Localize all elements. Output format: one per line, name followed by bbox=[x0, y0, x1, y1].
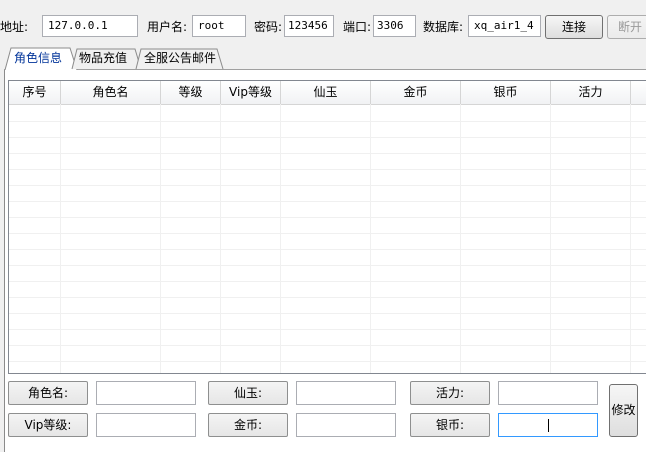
grid-row-line bbox=[9, 265, 646, 266]
password-label: 密码: bbox=[254, 20, 283, 34]
vitality-input[interactable] bbox=[498, 381, 598, 405]
text-cursor bbox=[548, 419, 549, 432]
gold-label: 金币: bbox=[208, 413, 288, 437]
column-header-level[interactable]: 等级 bbox=[161, 81, 221, 104]
column-header-role-name[interactable]: 角色名 bbox=[61, 81, 161, 104]
column-header-gold[interactable]: 金币 bbox=[371, 81, 461, 104]
role-name-input[interactable] bbox=[96, 381, 196, 405]
column-header-filler bbox=[631, 81, 646, 104]
role-table[interactable]: 序号 角色名 等级 Vip等级 仙玉 金币 银币 活力 bbox=[8, 80, 646, 374]
tab-server-announcement-mail[interactable]: 全服公告邮件 bbox=[142, 48, 218, 70]
host-label: 地址: bbox=[0, 20, 29, 34]
grid-row-line bbox=[9, 137, 646, 138]
column-header-vip-level[interactable]: Vip等级 bbox=[221, 81, 281, 104]
column-header-index[interactable]: 序号 bbox=[9, 81, 61, 104]
gold-input[interactable] bbox=[296, 413, 396, 437]
password-input[interactable]: 123456 bbox=[284, 15, 334, 37]
modify-button[interactable]: 修改 bbox=[609, 384, 638, 437]
grid-column-line bbox=[160, 104, 161, 373]
xianyu-label: 仙玉: bbox=[208, 381, 288, 405]
grid-row-line bbox=[9, 217, 646, 218]
port-input[interactable]: 3306 bbox=[373, 15, 416, 37]
grid-column-line bbox=[60, 104, 61, 373]
xianyu-input[interactable] bbox=[296, 381, 396, 405]
grid-row-line bbox=[9, 313, 646, 314]
grid-row-line bbox=[9, 233, 646, 234]
grid-column-line bbox=[630, 104, 631, 373]
grid-row-line bbox=[9, 153, 646, 154]
grid-column-line bbox=[370, 104, 371, 373]
port-label: 端口: bbox=[343, 20, 372, 34]
grid-row-line bbox=[9, 345, 646, 346]
table-header: 序号 角色名 等级 Vip等级 仙玉 金币 银币 活力 bbox=[9, 81, 646, 105]
grid-row-line bbox=[9, 297, 646, 298]
grid-row-line bbox=[9, 185, 646, 186]
grid-row-line bbox=[9, 281, 646, 282]
grid-row-line bbox=[9, 201, 646, 202]
tab-item-recharge[interactable]: 物品充值 bbox=[76, 48, 130, 70]
username-label: 用户名: bbox=[147, 20, 188, 34]
database-label: 数据库: bbox=[423, 20, 464, 34]
grid-row-line bbox=[9, 121, 646, 122]
grid-row-line bbox=[9, 169, 646, 170]
silver-input[interactable] bbox=[498, 413, 598, 437]
host-input[interactable]: 127.0.0.1 bbox=[42, 15, 138, 37]
connect-button[interactable]: 连接 bbox=[545, 15, 603, 39]
column-header-vitality[interactable]: 活力 bbox=[551, 81, 631, 104]
grid-column-line bbox=[550, 104, 551, 373]
tab-role-info[interactable]: 角色信息 bbox=[10, 48, 66, 70]
grid-column-line bbox=[280, 104, 281, 373]
grid-column-line bbox=[220, 104, 221, 373]
disconnect-button[interactable]: 断开 bbox=[607, 15, 646, 39]
column-header-silver[interactable]: 银币 bbox=[461, 81, 551, 104]
role-name-label: 角色名: bbox=[8, 381, 88, 405]
column-header-xianyu[interactable]: 仙玉 bbox=[281, 81, 371, 104]
vip-level-input[interactable] bbox=[96, 413, 196, 437]
vip-level-label: Vip等级: bbox=[8, 413, 88, 437]
username-input[interactable]: root bbox=[192, 15, 246, 37]
grid-row-line bbox=[9, 361, 646, 362]
grid-column-line bbox=[460, 104, 461, 373]
vitality-label: 活力: bbox=[410, 381, 490, 405]
silver-label: 银币: bbox=[410, 413, 490, 437]
database-input[interactable]: xq_air1_4 bbox=[468, 15, 541, 37]
grid-row-line bbox=[9, 329, 646, 330]
grid-row-line bbox=[9, 249, 646, 250]
